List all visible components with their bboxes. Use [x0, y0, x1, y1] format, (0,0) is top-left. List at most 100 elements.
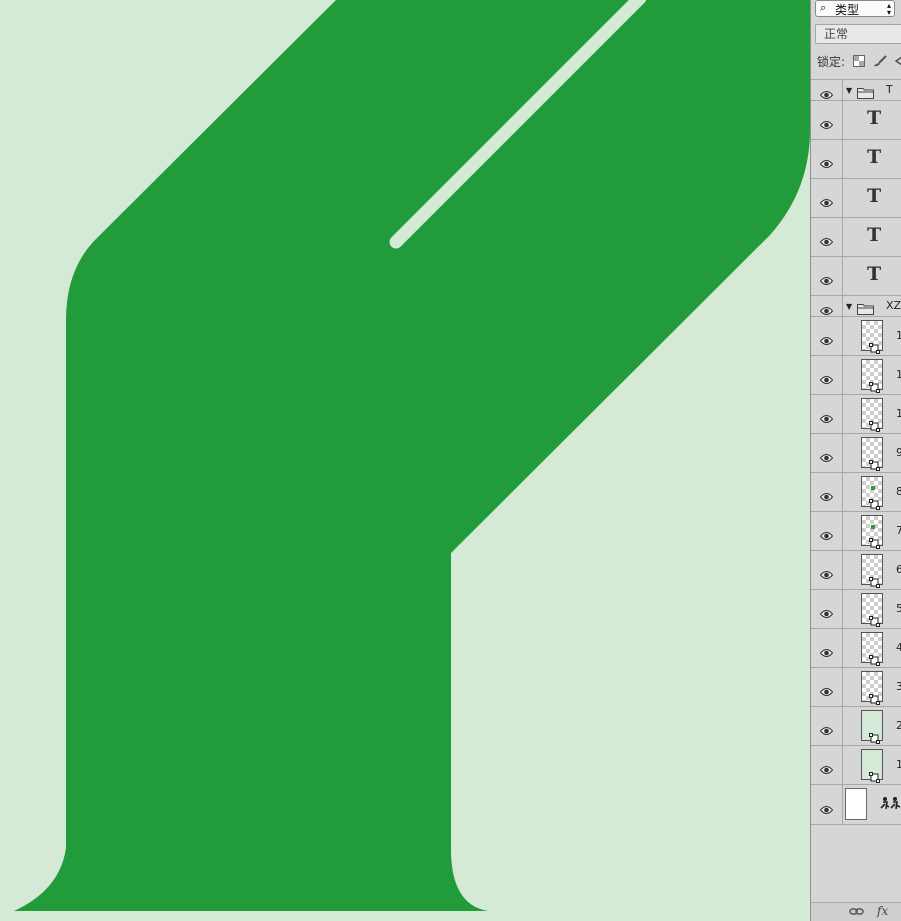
lock-row: 锁定:: [817, 52, 901, 72]
layer-name: 2: [896, 719, 901, 732]
visibility-toggle[interactable]: [811, 356, 843, 394]
eye-icon: [819, 721, 834, 735]
layer-row[interactable]: [811, 785, 901, 825]
eye-icon: [819, 526, 834, 540]
visibility-toggle[interactable]: [811, 785, 843, 824]
visibility-toggle[interactable]: [811, 512, 843, 550]
layer-row[interactable]: 2: [811, 707, 901, 746]
visibility-toggle[interactable]: [811, 317, 843, 355]
layer-row[interactable]: 9: [811, 434, 901, 473]
expand-triangle-icon[interactable]: ▼: [846, 302, 852, 311]
layer-row[interactable]: 1: [811, 356, 901, 395]
layer-row[interactable]: T: [811, 218, 901, 257]
lock-position-icon[interactable]: [894, 53, 901, 73]
layer-filter-select[interactable]: ⌕ 类型 ▴ ▾: [815, 0, 895, 17]
text-layer-icon: T: [867, 224, 882, 246]
visibility-toggle[interactable]: [811, 296, 843, 316]
layer-group-name: XZ: [886, 299, 901, 312]
visibility-toggle[interactable]: [811, 551, 843, 589]
visibility-toggle[interactable]: [811, 590, 843, 628]
text-layer-icon: T: [867, 263, 882, 285]
layer-name: 5: [896, 602, 901, 615]
layer-filter-label: 类型: [835, 3, 860, 17]
updown-arrows-icon: ▴ ▾: [886, 1, 891, 17]
visibility-toggle[interactable]: [811, 629, 843, 667]
layer-name: 6: [896, 563, 901, 576]
layer-row[interactable]: T: [811, 101, 901, 140]
eye-icon: [819, 604, 834, 618]
shape-layer-badge-icon: [869, 339, 880, 354]
layer-row[interactable]: T: [811, 140, 901, 179]
layers-panel: ⌕ 类型 ▴▾ 正常 锁定: ▼TTTTTT▼XZ111987654321 fx: [810, 0, 901, 921]
smart-object-icon: [880, 795, 901, 811]
expand-triangle-icon[interactable]: ▼: [846, 86, 852, 95]
eye-icon: [819, 565, 834, 579]
blend-mode-dropdown[interactable]: 正常: [815, 24, 901, 44]
shape-layer-badge-icon: [869, 417, 880, 432]
layer-row[interactable]: 1: [811, 746, 901, 785]
text-layer-icon: T: [867, 146, 882, 168]
visibility-toggle[interactable]: [811, 218, 843, 256]
visibility-toggle[interactable]: [811, 101, 843, 139]
layer-row[interactable]: 6: [811, 551, 901, 590]
text-layer-icon: T: [867, 185, 882, 207]
visibility-toggle[interactable]: [811, 179, 843, 217]
layer-row[interactable]: 5: [811, 590, 901, 629]
eye-icon: [819, 331, 834, 345]
eye-icon: [819, 409, 834, 423]
text-layer-icon: T: [867, 107, 882, 129]
eye-icon: [819, 232, 834, 246]
layers-panel-footer: fx: [811, 902, 901, 921]
layer-row[interactable]: 4: [811, 629, 901, 668]
folder-icon: [857, 84, 874, 99]
layer-row[interactable]: T: [811, 257, 901, 296]
visibility-toggle[interactable]: [811, 257, 843, 295]
eye-icon: [819, 682, 834, 696]
layer-row[interactable]: T: [811, 179, 901, 218]
lock-label: 锁定:: [817, 55, 846, 69]
visibility-toggle[interactable]: [811, 473, 843, 511]
layer-name: 7: [896, 524, 901, 537]
lock-image-pixels-icon[interactable]: [873, 53, 887, 73]
visibility-toggle[interactable]: [811, 668, 843, 706]
visibility-toggle[interactable]: [811, 746, 843, 784]
lock-transparent-pixels-icon[interactable]: [852, 53, 865, 73]
visibility-toggle[interactable]: [811, 80, 843, 100]
eye-icon: [819, 760, 834, 774]
document-canvas[interactable]: [0, 0, 810, 921]
eye-icon: [819, 800, 834, 814]
layer-name: 3: [896, 680, 901, 693]
shape-layer-badge-icon: [869, 612, 880, 627]
blend-mode-value: 正常: [824, 27, 849, 41]
layer-row[interactable]: 1: [811, 317, 901, 356]
green-letter-shape: [14, 0, 810, 911]
link-layers-icon[interactable]: [849, 906, 864, 917]
eye-icon: [819, 154, 834, 168]
layer-style-fx-button[interactable]: fx: [877, 904, 888, 918]
eye-icon: [819, 487, 834, 501]
layer-row[interactable]: 1: [811, 395, 901, 434]
eye-icon: [819, 301, 834, 315]
layer-group-row[interactable]: ▼ T: [811, 80, 901, 101]
visibility-toggle[interactable]: [811, 707, 843, 745]
shape-layer-badge-icon: [869, 456, 880, 471]
layer-row[interactable]: 8: [811, 473, 901, 512]
eye-icon: [819, 448, 834, 462]
visibility-toggle[interactable]: [811, 434, 843, 472]
layer-name: 1: [896, 758, 901, 771]
eye-icon: [819, 643, 834, 657]
thumbnail-green-mark: [871, 486, 875, 490]
layer-group-row[interactable]: ▼ XZ: [811, 296, 901, 317]
shape-layer-badge-icon: [869, 768, 880, 783]
layer-name: 4: [896, 641, 901, 654]
visibility-toggle[interactable]: [811, 140, 843, 178]
layers-list: ▼TTTTTT▼XZ111987654321: [811, 79, 901, 825]
layer-row[interactable]: 3: [811, 668, 901, 707]
shape-layer-badge-icon: [869, 729, 880, 744]
shape-layer-badge-icon: [869, 651, 880, 666]
eye-icon: [819, 370, 834, 384]
visibility-toggle[interactable]: [811, 395, 843, 433]
canvas-artwork: [14, 0, 810, 911]
layer-row[interactable]: 7: [811, 512, 901, 551]
shape-layer-badge-icon: [869, 573, 880, 588]
